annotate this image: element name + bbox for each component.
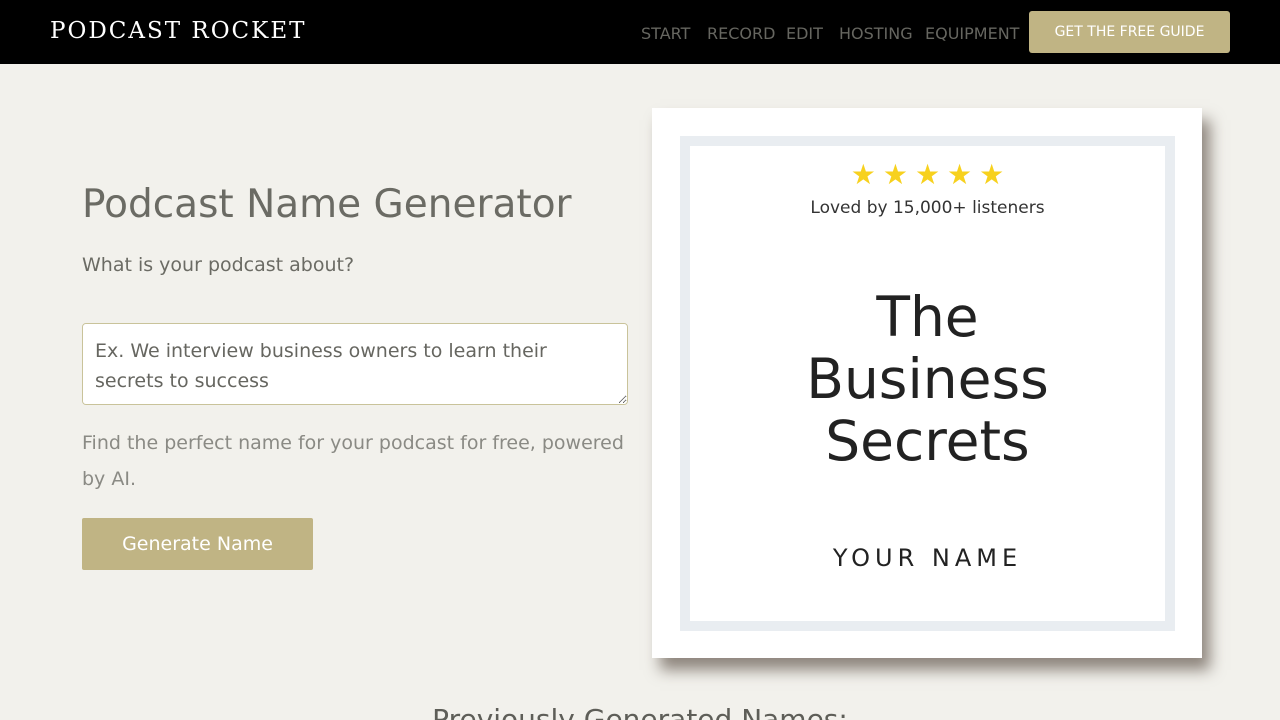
podcast-cover-preview: ★ ★ ★ ★ ★ Loved by 15,000+ listeners The… <box>652 108 1202 658</box>
free-guide-button[interactable]: GET THE FREE GUIDE <box>1029 11 1230 53</box>
star-icon: ★ <box>882 158 908 191</box>
cover-frame: ★ ★ ★ ★ ★ Loved by 15,000+ listeners The… <box>680 136 1175 631</box>
nav-record[interactable]: RECORD <box>707 24 775 43</box>
podcast-topic-input[interactable] <box>82 323 628 405</box>
cover-title: The Business Secrets <box>690 286 1165 472</box>
cover-title-line: Business <box>806 347 1049 411</box>
star-icon: ★ <box>979 158 1005 191</box>
listener-count-text: Loved by 15,000+ listeners <box>810 198 1045 218</box>
site-logo[interactable]: PODCAST ROCKET <box>50 18 306 44</box>
nav-hosting[interactable]: HOSTING <box>839 24 913 43</box>
cover-title-line: Secrets <box>825 409 1030 473</box>
star-icon: ★ <box>914 158 941 191</box>
generate-name-button[interactable]: Generate Name <box>82 518 313 570</box>
cover-author-name: YOUR NAME <box>832 544 1023 572</box>
star-rating: ★ ★ ★ ★ ★ <box>690 158 1165 192</box>
topic-question-label: What is your podcast about? <box>82 254 355 276</box>
nav-start[interactable]: START <box>641 24 690 43</box>
cover-title-line: The <box>876 285 979 349</box>
page-title: Podcast Name Generator <box>82 182 572 227</box>
previous-names-heading: Previously Generated Names: <box>432 703 848 720</box>
star-icon: ★ <box>947 158 973 191</box>
star-icon: ★ <box>850 158 876 191</box>
nav-equipment[interactable]: EQUIPMENT <box>925 24 1019 43</box>
tagline-text: Find the perfect name for your podcast f… <box>82 432 624 490</box>
nav-edit[interactable]: EDIT <box>786 24 823 43</box>
site-header: PODCAST ROCKET START RECORD EDIT HOSTING… <box>0 0 1280 64</box>
